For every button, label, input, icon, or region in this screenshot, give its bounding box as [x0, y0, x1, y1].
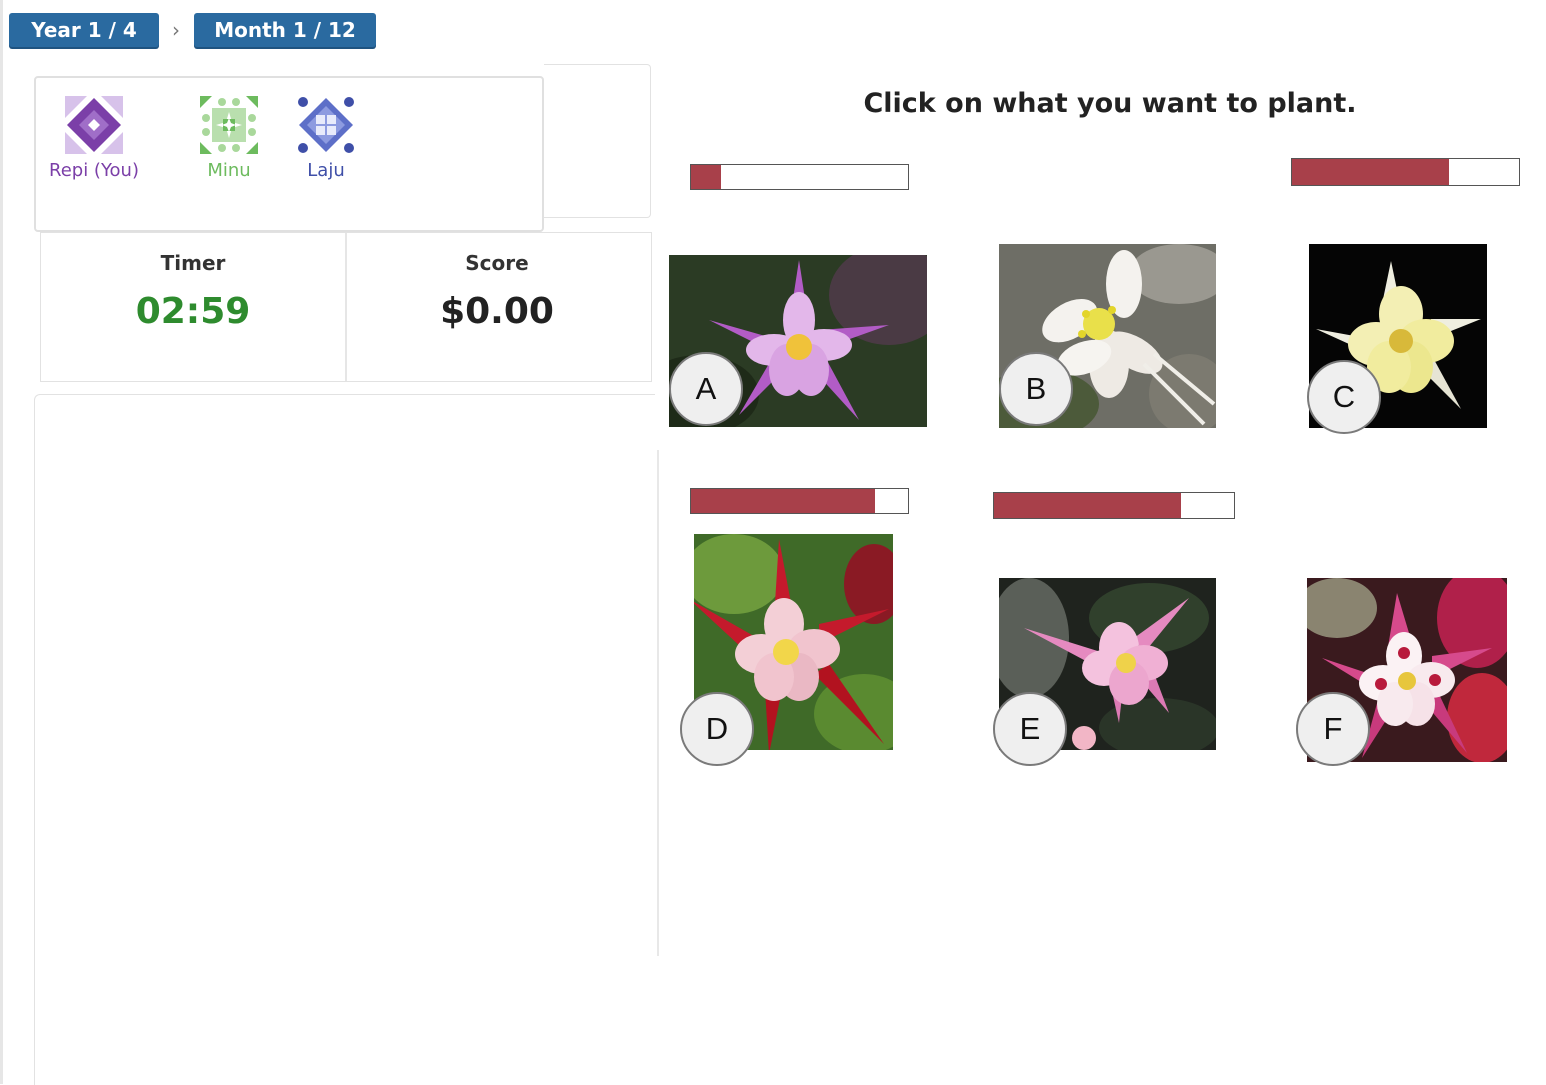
flower-e-label[interactable]: E [993, 692, 1067, 766]
flower-d-label[interactable]: D [680, 692, 754, 766]
progress-fill [1292, 159, 1449, 185]
flower-d-progress-bar [690, 488, 909, 514]
player-minu: Minu [174, 96, 284, 181]
player-name: Minu [207, 160, 251, 181]
purple-diamond-emblem-icon [65, 96, 123, 154]
flower-e-progress-bar [993, 492, 1235, 519]
breadcrumb-chevron-icon: › [172, 18, 180, 42]
progress-fill [691, 489, 876, 513]
player-name: Laju [307, 160, 345, 181]
flower-c-progress-bar [1291, 158, 1520, 186]
blue-grid-emblem-icon [298, 97, 354, 153]
instruction-text: Click on what you want to plant. [863, 88, 1357, 119]
activity-panel [34, 394, 655, 1085]
flower-f-label[interactable]: F [1296, 692, 1370, 766]
players-panel-backdrop [544, 64, 651, 218]
flower-a-label[interactable]: A [669, 352, 743, 426]
score-value: $0.00 [440, 291, 554, 332]
stats-panel: Timer 02:59 Score $0.00 [40, 232, 652, 382]
progress-fill [691, 165, 722, 189]
score-label: Score [465, 251, 529, 275]
player-name: Repi (You) [49, 160, 139, 181]
progress-fill [994, 493, 1182, 518]
flower-b-label[interactable]: B [999, 352, 1073, 426]
window-edge [0, 0, 3, 1084]
timer-value: 02:59 [135, 291, 251, 332]
player-repi: Repi (You) [39, 96, 149, 181]
panel-divider [657, 450, 659, 956]
year-indicator: Year 1 / 4 [9, 13, 159, 47]
month-indicator: Month 1 / 12 [194, 13, 376, 47]
green-star-emblem-icon [200, 96, 258, 154]
flower-c-label[interactable]: C [1307, 360, 1381, 434]
player-laju: Laju [271, 96, 381, 181]
flower-a-progress-bar [690, 164, 909, 190]
timer-label: Timer [160, 251, 226, 275]
players-panel: Repi (You) Minu Laju [34, 76, 544, 232]
